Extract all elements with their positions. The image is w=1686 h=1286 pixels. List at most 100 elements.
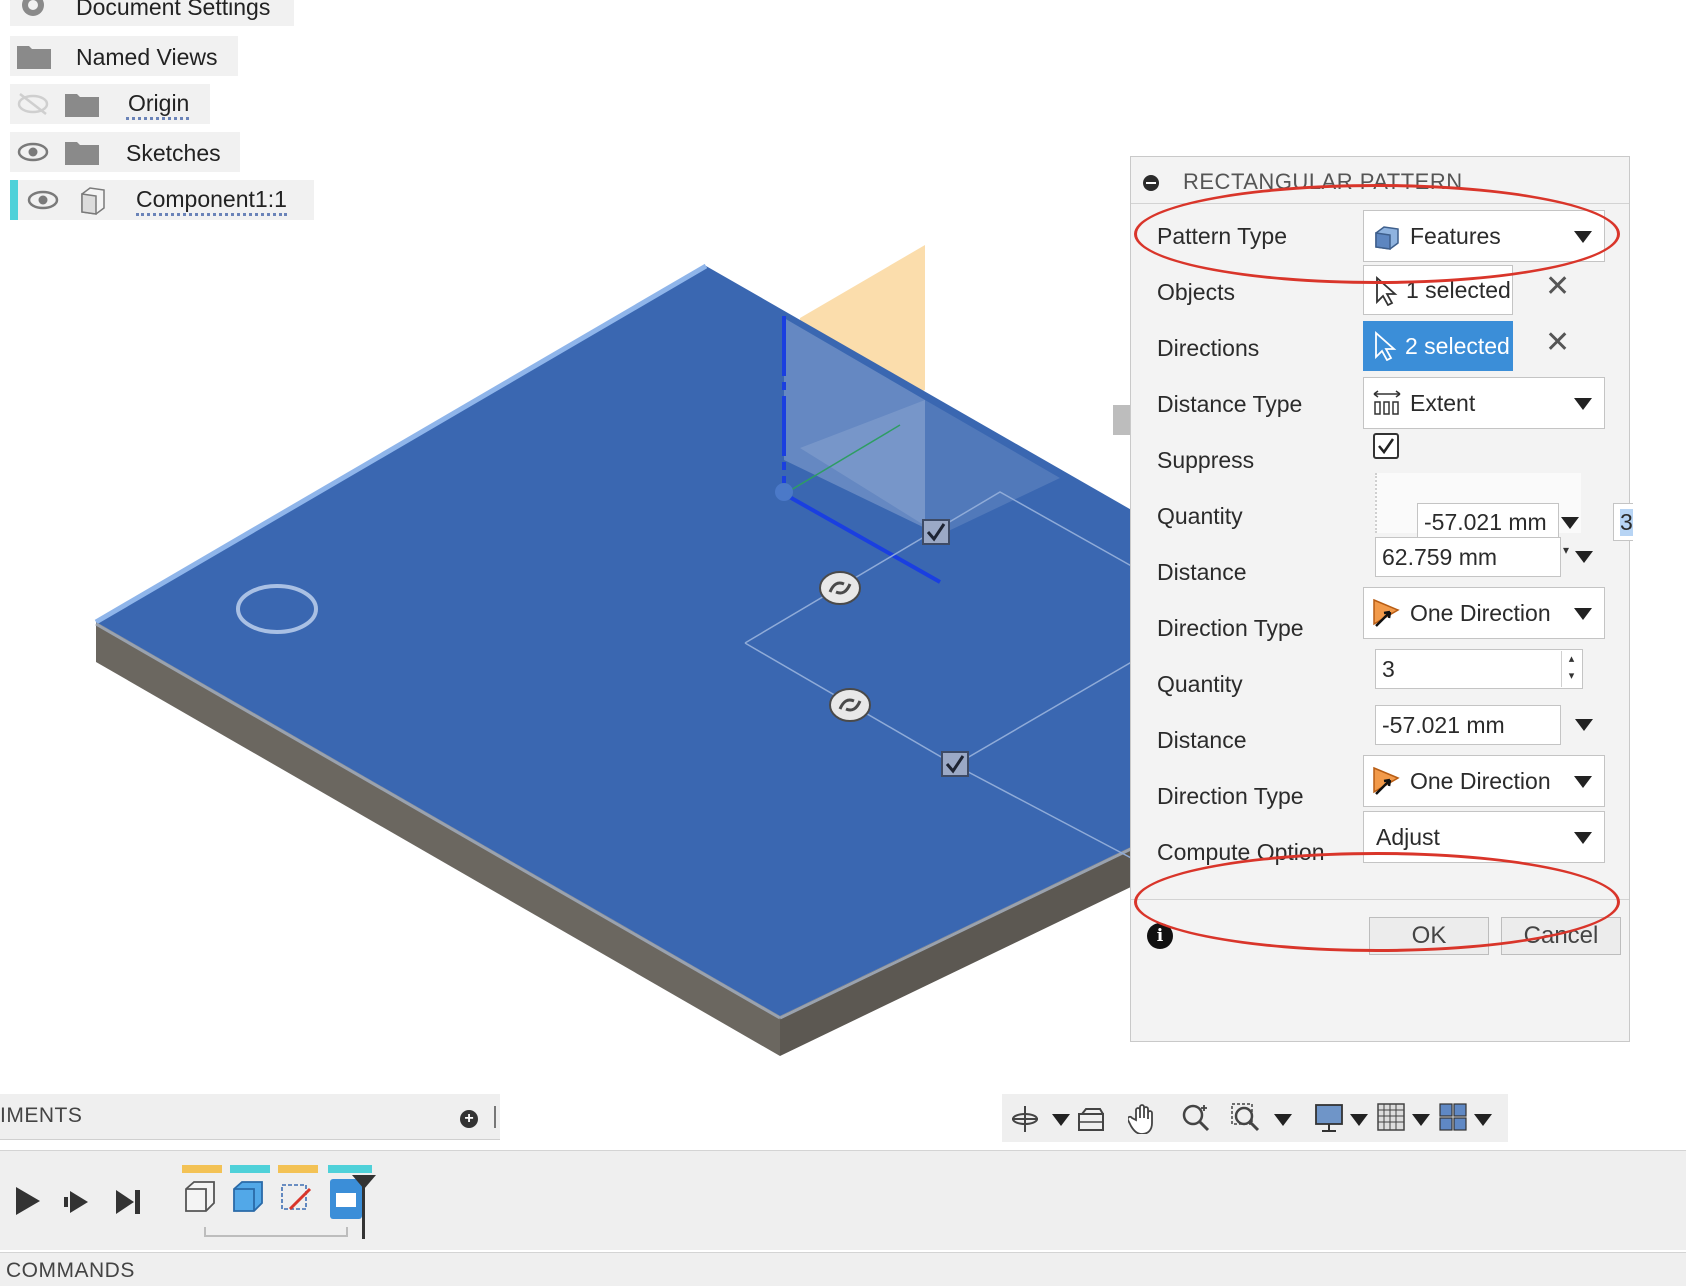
suppress-checkbox[interactable]	[1373, 433, 1399, 459]
directions-label: Directions	[1157, 335, 1260, 361]
zoom-icon[interactable]	[1180, 1102, 1212, 1139]
pattern-handle-icon[interactable]	[819, 571, 861, 605]
chevron-down-icon[interactable]	[1412, 1114, 1430, 1126]
one-direction-icon	[1370, 596, 1402, 635]
distance-1-value: 62.759 mm	[1382, 543, 1498, 570]
direction-type-2-dropdown[interactable]: One Direction	[1363, 755, 1605, 807]
timeline-feature-sketch[interactable]	[278, 1165, 318, 1221]
folder-icon	[64, 90, 100, 118]
browser-item-label: Component1:1	[136, 186, 287, 216]
quantity-2-field[interactable]: 3	[1375, 649, 1583, 689]
comments-panel-header[interactable]: IMENTS +	[0, 1094, 500, 1140]
commands-panel-header[interactable]: COMMANDS	[0, 1252, 1686, 1286]
directions-select-button[interactable]: 2 selected	[1363, 321, 1513, 371]
timeline-group-bracket	[204, 1227, 348, 1237]
chevron-down-icon[interactable]	[1575, 719, 1593, 731]
distance-2-value: -57.021 mm	[1382, 711, 1505, 738]
distance-type-dropdown[interactable]: Extent	[1363, 377, 1605, 429]
orbit-icon[interactable]	[1010, 1104, 1040, 1139]
origin-point	[775, 483, 793, 501]
browser-item-component1[interactable]: Component1:1	[10, 180, 314, 220]
instance-checkbox-icon[interactable]	[941, 751, 969, 777]
grid-icon[interactable]	[1376, 1102, 1406, 1137]
instance-checkbox-icon[interactable]	[922, 519, 950, 545]
clear-directions-icon[interactable]: ✕	[1545, 325, 1570, 360]
clear-objects-icon[interactable]: ✕	[1545, 269, 1570, 304]
play-icon[interactable]	[14, 1185, 42, 1222]
viewports-icon[interactable]	[1438, 1102, 1468, 1137]
chevron-down-icon	[1574, 776, 1592, 788]
chevron-down-icon[interactable]	[1561, 517, 1579, 529]
distance-1-field[interactable]: 62.759 mm	[1375, 537, 1561, 577]
quantity-1-overlay-value: -57.021 mm	[1424, 508, 1547, 535]
browser-item-sketches[interactable]: Sketches	[10, 132, 240, 172]
suppress-label: Suppress	[1157, 447, 1255, 473]
dialog-grip[interactable]	[1113, 405, 1131, 435]
chevron-down-icon[interactable]	[1274, 1114, 1292, 1126]
pan-hand-icon[interactable]	[1126, 1102, 1158, 1139]
timeline	[0, 1150, 1686, 1250]
quantity-2-stepper[interactable]: ▴ ▾	[1561, 651, 1581, 687]
look-at-icon[interactable]	[1076, 1104, 1106, 1139]
navigation-toolbar	[1002, 1094, 1508, 1142]
quantity-1-label: Quantity	[1157, 503, 1243, 529]
extent-icon	[1372, 390, 1402, 423]
compute-option-value: Adjust	[1376, 823, 1440, 850]
eye-icon[interactable]	[16, 140, 50, 164]
chevron-down-icon	[1574, 608, 1592, 620]
zoom-window-icon[interactable]	[1230, 1102, 1262, 1139]
compute-option-highlight	[1134, 852, 1620, 952]
hidden-eye-icon[interactable]	[16, 92, 50, 116]
pattern-handle-icon[interactable]	[829, 688, 871, 722]
distance-2-label: Distance	[1157, 727, 1247, 753]
direction-type-1-dropdown[interactable]: One Direction	[1363, 587, 1605, 639]
direction-type-1-label: Direction Type	[1157, 615, 1304, 641]
comments-panel-label: IMENTS	[0, 1104, 83, 1127]
folder-icon	[64, 138, 100, 166]
quantity-2-value: 3	[1382, 655, 1395, 682]
distance-type-value: Extent	[1410, 389, 1476, 416]
display-settings-icon[interactable]	[1314, 1102, 1344, 1139]
chevron-down-icon[interactable]	[1474, 1114, 1492, 1126]
one-direction-icon	[1370, 764, 1402, 803]
direction-type-2-value: One Direction	[1410, 767, 1551, 794]
distance-type-label: Distance Type	[1157, 391, 1303, 417]
browser-item-origin[interactable]: Origin	[10, 84, 210, 124]
pattern-type-highlight	[1134, 184, 1620, 284]
component-icon	[76, 184, 108, 216]
chevron-down-icon[interactable]	[1350, 1114, 1368, 1126]
quantity-1-overlay-distance[interactable]: -57.021 mm	[1417, 503, 1559, 541]
panel-resize-handle[interactable]	[494, 1106, 496, 1128]
stepper-down-icon[interactable]: ▾	[1563, 543, 1569, 557]
add-comment-icon[interactable]: +	[460, 1110, 478, 1128]
browser-item-label: Sketches	[126, 140, 221, 166]
collapse-icon[interactable]	[1143, 175, 1159, 191]
directions-value: 2 selected	[1405, 332, 1510, 359]
commands-panel-label: COMMANDS	[6, 1259, 135, 1282]
quantity-1-overlay-input[interactable]: 3	[1613, 503, 1633, 541]
objects-label: Objects	[1157, 279, 1235, 305]
quantity-1-overlay-input-value: 3	[1620, 508, 1633, 536]
skip-to-end-icon[interactable]	[114, 1187, 144, 1222]
cursor-icon	[1373, 330, 1397, 366]
browser-item-label: Origin	[126, 90, 190, 120]
eye-icon[interactable]	[26, 188, 60, 212]
timeline-feature-component[interactable]	[182, 1165, 222, 1221]
distance-2-field[interactable]: -57.021 mm	[1375, 705, 1561, 745]
browser-item-document-settings[interactable]: Document Settings	[10, 0, 294, 26]
browser-item-label: Document Settings	[76, 0, 271, 20]
chevron-down-icon	[1574, 398, 1592, 410]
chevron-down-icon[interactable]	[1575, 551, 1593, 563]
direction-type-2-label: Direction Type	[1157, 783, 1304, 809]
step-forward-icon[interactable]	[62, 1187, 92, 1222]
timeline-feature-extrude[interactable]	[230, 1165, 270, 1221]
active-component-marker	[10, 180, 18, 220]
folder-icon	[16, 42, 52, 70]
browser-item-label: Named Views	[76, 44, 218, 70]
direction-type-1-value: One Direction	[1410, 599, 1551, 626]
gear-icon	[16, 0, 50, 20]
chevron-down-icon	[1574, 832, 1592, 844]
plate-top-face[interactable]	[96, 266, 1135, 1016]
chevron-down-icon[interactable]	[1052, 1114, 1070, 1126]
browser-item-named-views[interactable]: Named Views	[10, 36, 238, 76]
